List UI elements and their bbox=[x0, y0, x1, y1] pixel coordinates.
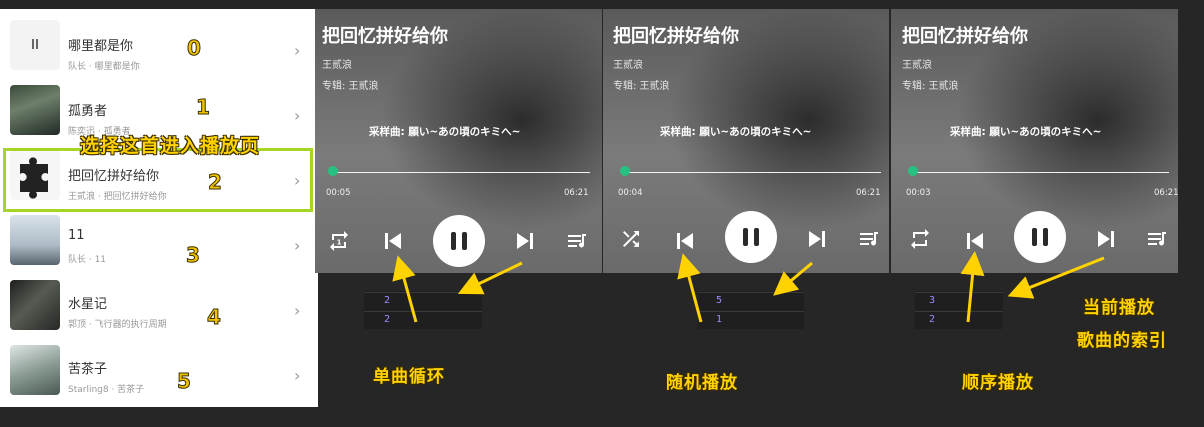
next-track-icon[interactable] bbox=[805, 227, 829, 251]
pause-button[interactable] bbox=[725, 211, 777, 263]
index-value: 1 bbox=[698, 311, 804, 327]
song-artist: 王贰浪 bbox=[322, 60, 352, 71]
song-artist: 王贰浪 bbox=[902, 60, 932, 71]
song-list-item[interactable]: 11 队长 · 11 › bbox=[0, 208, 318, 272]
player-panel-shuffle: 把回忆拼好给你 王贰浪 专辑: 王贰浪 采样曲: 願い~あの頃のキミへ~ 00:… bbox=[603, 9, 889, 273]
song-title: 孤勇者 bbox=[68, 104, 108, 119]
svg-text:1: 1 bbox=[337, 239, 342, 247]
song-list-item[interactable]: 哪里都是你 队长 · 哪里都是你 › bbox=[0, 13, 318, 77]
mode-caption: 随机播放 bbox=[666, 373, 738, 393]
index-value: 3 bbox=[915, 292, 1003, 308]
song-subtitle: 郭顶 · 飞行器的执行周期 bbox=[68, 320, 167, 330]
progress-knob[interactable] bbox=[908, 166, 918, 176]
sample-info: 采样曲: 願い~あの頃のキミへ~ bbox=[660, 126, 812, 138]
repeat-one-icon[interactable]: 1 bbox=[327, 229, 351, 253]
song-index-label: 0 bbox=[187, 36, 202, 61]
song-index-label: 1 bbox=[196, 95, 211, 120]
chevron-right-icon: › bbox=[294, 41, 301, 60]
song-album: 专辑: 王贰浪 bbox=[902, 81, 959, 92]
album-cover bbox=[10, 345, 60, 395]
chevron-right-icon: › bbox=[294, 301, 301, 320]
chevron-right-icon: › bbox=[294, 106, 301, 125]
song-subtitle: 队长 · 哪里都是你 bbox=[68, 62, 140, 72]
current-time: 00:03 bbox=[906, 188, 931, 198]
song-list-item[interactable]: 水星记 郭顶 · 飞行器的执行周期 › bbox=[0, 273, 318, 337]
song-index-label: 4 bbox=[207, 305, 222, 330]
total-time: 06:21 bbox=[856, 188, 881, 198]
shuffle-icon[interactable] bbox=[619, 227, 643, 251]
album-cover bbox=[10, 215, 60, 265]
progress-knob[interactable] bbox=[620, 166, 630, 176]
pause-button[interactable] bbox=[1014, 211, 1066, 263]
album-cover bbox=[10, 20, 60, 70]
song-title: 把回忆拼好给你 bbox=[613, 26, 739, 47]
progress-track[interactable] bbox=[332, 172, 590, 173]
playlist-icon[interactable] bbox=[857, 227, 881, 251]
previous-track-icon[interactable] bbox=[381, 229, 405, 253]
progress-track[interactable] bbox=[911, 172, 1169, 173]
index-log: 5 1 bbox=[698, 291, 804, 329]
song-index-label: 5 bbox=[177, 369, 192, 394]
song-artist: 王贰浪 bbox=[613, 60, 643, 71]
player-panel-repeat-one: 把回忆拼好给你 王贰浪 专辑: 王贰浪 采样曲: 願い~あの頃のキミへ~ 00:… bbox=[315, 9, 602, 273]
song-album: 专辑: 王贰浪 bbox=[322, 81, 379, 92]
playlist-icon[interactable] bbox=[565, 229, 589, 253]
pause-icon bbox=[451, 232, 456, 250]
pause-button[interactable] bbox=[433, 215, 485, 267]
previous-track-icon[interactable] bbox=[673, 229, 697, 253]
song-title: 哪里都是你 bbox=[68, 39, 134, 54]
current-time: 00:05 bbox=[326, 188, 351, 198]
chevron-right-icon: › bbox=[294, 236, 301, 255]
index-value: 2 bbox=[364, 311, 482, 327]
next-track-icon[interactable] bbox=[1094, 227, 1118, 251]
sample-info: 采样曲: 願い~あの頃のキミへ~ bbox=[950, 126, 1102, 138]
select-song-annotation: 选择这首进入播放页 bbox=[80, 135, 261, 157]
previous-track-icon[interactable] bbox=[963, 229, 987, 253]
total-time: 06:21 bbox=[1154, 188, 1178, 198]
progress-knob[interactable] bbox=[328, 166, 338, 176]
song-title: 水星记 bbox=[68, 297, 108, 312]
pause-icon bbox=[743, 228, 748, 246]
index-value: 5 bbox=[698, 292, 804, 308]
sample-info: 采样曲: 願い~あの頃のキミへ~ bbox=[369, 126, 521, 138]
mode-caption: 顺序播放 bbox=[962, 373, 1034, 393]
index-value: 2 bbox=[915, 311, 1003, 327]
index-annotation: 歌曲的索引 bbox=[1077, 331, 1167, 351]
index-annotation: 当前播放 bbox=[1083, 298, 1155, 318]
player-panel-sequential: 把回忆拼好给你 王贰浪 专辑: 王贰浪 采样曲: 願い~あの頃のキミへ~ 00:… bbox=[891, 9, 1178, 273]
chevron-right-icon: › bbox=[294, 366, 301, 385]
pause-icon bbox=[1032, 228, 1037, 246]
song-title: 把回忆拼好给你 bbox=[322, 26, 448, 47]
progress-track[interactable] bbox=[623, 172, 881, 173]
song-title: 11 bbox=[68, 228, 85, 243]
current-time: 00:04 bbox=[618, 188, 643, 198]
song-title: 苦茶子 bbox=[68, 362, 108, 377]
repeat-icon[interactable] bbox=[908, 227, 932, 251]
playlist-icon[interactable] bbox=[1145, 227, 1169, 251]
song-subtitle: 队长 · 11 bbox=[68, 255, 107, 265]
index-value: 2 bbox=[364, 292, 482, 308]
mode-caption: 单曲循环 bbox=[373, 367, 445, 387]
album-cover bbox=[10, 85, 60, 135]
next-track-icon[interactable] bbox=[513, 229, 537, 253]
song-title: 把回忆拼好给你 bbox=[902, 26, 1028, 47]
song-album: 专辑: 王贰浪 bbox=[613, 81, 670, 92]
song-list-item[interactable]: 苦茶子 Starling8 · 苦茶子 › bbox=[0, 338, 318, 402]
song-index-label: 3 bbox=[186, 243, 201, 268]
song-subtitle: Starling8 · 苦茶子 bbox=[68, 385, 145, 395]
index-log: 3 2 bbox=[915, 291, 1003, 329]
album-cover bbox=[10, 280, 60, 330]
index-log: 2 2 bbox=[364, 291, 482, 329]
total-time: 06:21 bbox=[564, 188, 589, 198]
